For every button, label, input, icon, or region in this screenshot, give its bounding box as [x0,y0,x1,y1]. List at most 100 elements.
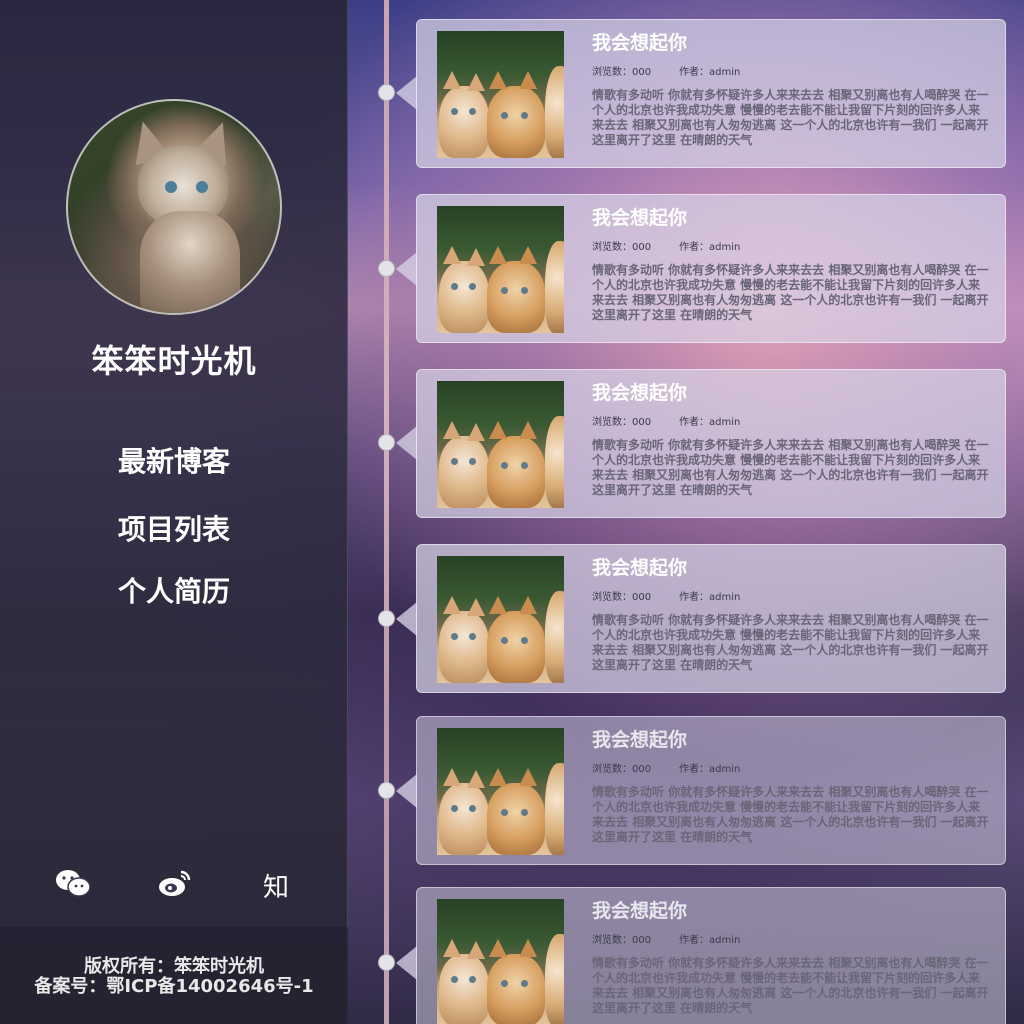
timeline-dot [378,610,395,627]
post-excerpt: 情歌有多动听 你就有多怀疑许多人来来去去 相聚又别离也有人喝醉哭 在一个人的北京… [592,438,989,497]
kitten-ear [519,421,537,439]
kitten-eye [521,112,528,119]
kitten-ear [443,939,461,957]
kitten-eye [501,637,508,644]
kitten-ear [443,246,461,264]
timeline-dot [378,782,395,799]
kitten-shape [487,261,545,333]
post-author: 作者：admin [679,242,741,253]
post-card[interactable]: 我会想起你 浏览数：000 作者：admin 情歌有多动听 你就有多怀疑许多人来来去去… [416,194,1006,343]
post-excerpt: 情歌有多动听 你就有多怀疑许多人来来去去 相聚又别离也有人喝醉哭 在一个人的北京… [592,956,989,1015]
kitten-ear [443,768,461,786]
card-pointer [396,602,417,636]
timeline-line [384,0,389,1024]
card-pointer [396,946,417,980]
post-card[interactable]: 我会想起你 浏览数：000 作者：admin 情歌有多动听 你就有多怀疑许多人来来去去… [416,369,1006,518]
wechat-icon-graphic [56,870,91,897]
avatar-cat-paws [140,211,240,313]
kitten-ear [467,248,485,266]
kitten-ear [519,246,537,264]
post-title[interactable]: 我会想起你 [592,553,687,580]
post-card[interactable]: 我会想起你浏览数：000 作者：admin 情歌有多动听 你就有多怀疑许多人来来去去… [416,887,1006,1024]
card-pointer [396,76,417,110]
kitten-eye [469,633,476,640]
avatar-cat-eye [196,181,208,193]
post-author: 作者：admin [679,417,741,428]
kitten-eye [521,287,528,294]
nav-item-latest-blog[interactable]: 最新博客 [0,440,348,480]
kitten-ear [443,71,461,89]
card-pointer [396,426,417,460]
social-links: 知 [0,868,348,908]
post-thumbnail[interactable] [437,31,564,158]
kitten-eye [451,976,458,983]
post-excerpt: 情歌有多动听 你就有多怀疑许多人来来去去 相聚又别离也有人喝醉哭 在一个人的北京… [592,88,989,147]
avatar-cat-eye [165,181,177,193]
kitten-shape [439,611,489,683]
post-excerpt: 情歌有多动听 你就有多怀疑许多人来来去去 相聚又别离也有人喝醉哭 在一个人的北京… [592,613,989,672]
kitten-shape [487,611,545,683]
post-views: 浏览数：000 [592,764,652,775]
kitten-ear [519,939,537,957]
post-card[interactable]: 我会想起你浏览数：000 作者：admin 情歌有多动听 你就有多怀疑许多人来来去去… [416,19,1006,168]
kitten-shape [545,591,564,683]
post-title[interactable]: 我会想起你 [592,378,687,405]
kitten-ear [519,71,537,89]
post-author: 作者：admin [679,67,741,78]
post-thumbnail[interactable] [437,206,564,333]
kitten-ear [467,598,485,616]
kitten-ear [489,596,507,614]
kitten-shape [439,436,489,508]
kitten-eye [451,633,458,640]
post-thumbnail[interactable] [437,728,564,855]
site-title[interactable]: 笨笨时光机 [0,336,348,382]
post-card[interactable]: 我会想起你 浏览数：000 作者：admin 情歌有多动听 你就有多怀疑许多人来来去去… [416,716,1006,865]
post-thumbnail[interactable] [437,556,564,683]
kitten-eye [501,287,508,294]
kitten-shape [545,763,564,855]
card-pointer [396,252,417,286]
kitten-shape [545,416,564,508]
zhihu-icon[interactable]: 知 [256,868,296,908]
kitten-shape [545,66,564,158]
kitten-eye [469,458,476,465]
kitten-ear [443,421,461,439]
post-author: 作者：admin [679,592,741,603]
weibo-icon[interactable] [155,868,195,908]
site-footer: 版权所有：笨笨时光机 备案号：鄂ICP备14002646号-1 [0,927,348,1024]
kitten-eye [521,980,528,987]
kitten-eye [469,108,476,115]
post-title[interactable]: 我会想起你 [592,896,687,923]
post-views: 浏览数：000 [592,935,652,946]
kitten-eye [521,637,528,644]
copyright-text: 版权所有：笨笨时光机 [84,956,264,977]
kitten-shape [439,86,489,158]
kitten-ear [489,71,507,89]
avatar[interactable] [66,99,282,315]
kitten-ear [467,770,485,788]
kitten-eye [451,805,458,812]
post-title[interactable]: 我会想起你 [592,725,687,752]
post-thumbnail[interactable] [437,381,564,508]
kitten-eye [501,980,508,987]
kitten-ear [443,596,461,614]
kitten-eye [521,809,528,816]
nav-item-resume[interactable]: 个人简历 [0,570,348,610]
post-thumbnail[interactable] [437,899,564,1024]
kitten-shape [439,954,489,1024]
post-title[interactable]: 我会想起你 [592,203,687,230]
kitten-ear [467,941,485,959]
nav-item-project-list[interactable]: 项目列表 [0,508,348,548]
post-title[interactable]: 我会想起你 [592,28,687,55]
wechat-icon[interactable] [53,868,93,908]
kitten-eye [501,462,508,469]
kitten-ear [489,768,507,786]
timeline-dot [378,434,395,451]
kitten-eye [451,458,458,465]
post-views: 浏览数：000 [592,67,652,78]
kitten-ear [519,768,537,786]
sidebar: 笨笨时光机 最新博客 项目列表 个人简历 知 版权所有：笨笨时光机 备案号：鄂I… [0,0,348,1024]
kitten-eye [451,108,458,115]
post-card[interactable]: 我会想起你 浏览数：000 作者：admin 情歌有多动听 你就有多怀疑许多人来来去去… [416,544,1006,693]
post-author: 作者：admin [679,935,741,946]
